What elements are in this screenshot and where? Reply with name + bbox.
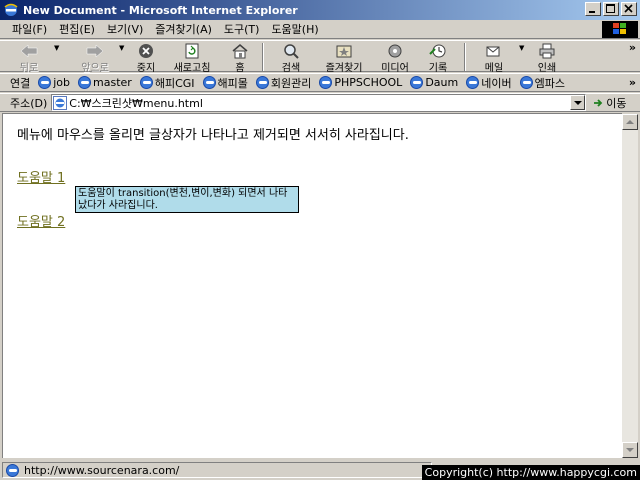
menu-tools[interactable]: 도구(T)	[218, 21, 266, 37]
address-dropdown-button[interactable]	[570, 95, 586, 110]
ie-page-icon	[78, 76, 92, 89]
windows-logo-icon	[602, 21, 638, 38]
scroll-down-button[interactable]	[622, 442, 638, 458]
history-button[interactable]: 기록	[418, 41, 458, 74]
stop-label: 중지	[136, 63, 156, 74]
menu-bar: 파일(F) 편집(E) 보기(V) 즐겨찾기(A) 도구(T) 도움말(H)	[0, 20, 640, 39]
links-more-chevron-icon[interactable]: »	[629, 76, 636, 89]
print-button[interactable]: 인쇄	[524, 41, 570, 74]
menu-file[interactable]: 파일(F)	[0, 21, 53, 37]
favorites-label: 즐겨찾기	[325, 63, 363, 74]
forward-dropdown-icon[interactable]: ▼	[119, 44, 124, 52]
refresh-icon	[182, 43, 202, 59]
link-happymall[interactable]: 해피몰	[202, 75, 248, 91]
ie-page-icon	[466, 76, 480, 89]
links-bar: 연결 job master 해피CGI 해피몰 회원관리 PHPSCHOOL D…	[0, 73, 640, 92]
search-label: 검색	[281, 63, 301, 74]
minimize-icon	[589, 11, 595, 13]
forward-button[interactable]: 앞으로	[72, 41, 118, 74]
address-label: 주소(D)	[10, 96, 48, 110]
ie-page-icon	[319, 76, 333, 89]
toolbar-more-chevron-icon[interactable]: »	[629, 41, 636, 54]
favorites-button[interactable]: 즐겨찾기	[316, 41, 372, 74]
link-job[interactable]: job	[38, 76, 70, 89]
stop-button[interactable]: 중지	[126, 41, 166, 74]
close-icon	[624, 4, 633, 13]
ie-page-icon	[255, 76, 269, 89]
printer-icon	[537, 43, 557, 59]
page-icon	[53, 95, 68, 110]
menu-view[interactable]: 보기(V)	[101, 21, 149, 37]
mail-label: 메일	[484, 63, 504, 74]
back-button[interactable]: 뒤로	[6, 41, 52, 74]
address-value: C:₩스크린샷₩menu.html	[69, 96, 203, 110]
ie-page-icon	[139, 76, 153, 89]
status-page-icon	[6, 463, 19, 477]
go-label: 이동	[606, 96, 627, 110]
window-title: New Document - Microsoft Internet Explor…	[23, 3, 298, 17]
vertical-scrollbar[interactable]	[622, 114, 638, 458]
back-arrow-icon	[19, 43, 39, 59]
forward-arrow-icon	[85, 43, 105, 59]
link-member-admin[interactable]: 회원관리	[255, 75, 311, 91]
ie-app-icon[interactable]	[3, 2, 19, 18]
intro-text: 메뉴에 마우스를 올리면 글상자가 나타나고 제거되면 서서히 사라집니다.	[17, 128, 409, 143]
status-bar: http://www.sourcenara.com/ Copyright(c) …	[0, 460, 640, 480]
title-bar: New Document - Microsoft Internet Explor…	[0, 0, 640, 20]
media-label: 미디어	[381, 63, 409, 74]
home-icon	[230, 43, 250, 59]
maximize-icon	[606, 4, 615, 13]
link-phpschool[interactable]: PHPSCHOOL	[319, 76, 402, 89]
ie-page-icon	[410, 76, 424, 89]
refresh-label: 새로고침	[173, 63, 211, 74]
toolbar-separator	[262, 43, 264, 71]
stop-icon	[136, 43, 156, 59]
ie-page-icon	[519, 76, 533, 89]
media-button[interactable]: 미디어	[372, 41, 418, 74]
forward-label: 앞으로	[81, 63, 109, 74]
ie-page-icon	[38, 76, 52, 89]
link-empas[interactable]: 엠파스	[519, 75, 565, 91]
media-icon	[385, 43, 405, 59]
address-input[interactable]: C:₩스크린샷₩menu.html	[51, 94, 587, 111]
close-button[interactable]	[621, 2, 637, 16]
help-link-1[interactable]: 도움말 1	[17, 167, 65, 186]
status-pane: http://www.sourcenara.com/	[2, 462, 432, 478]
mail-icon	[484, 43, 504, 59]
menu-help[interactable]: 도움말(H)	[265, 21, 324, 37]
history-icon	[428, 43, 448, 59]
help-tooltip: 도움말이 transition(변천,변이,변화) 되면서 나타났다가 사라집니…	[75, 186, 299, 213]
ie-page-icon	[202, 76, 216, 89]
address-bar: 주소(D) C:₩스크린샷₩menu.html 이동	[0, 93, 640, 112]
copyright-label: Copyright(c) http://www.happycgi.com	[421, 465, 640, 480]
back-label: 뒤로	[19, 63, 39, 74]
mail-button[interactable]: 메일	[466, 41, 522, 74]
link-happycgi[interactable]: 해피CGI	[139, 75, 195, 91]
history-label: 기록	[428, 63, 448, 74]
refresh-button[interactable]: 새로고침	[166, 41, 218, 74]
scroll-up-button[interactable]	[622, 114, 638, 130]
back-dropdown-icon[interactable]: ▼	[54, 44, 59, 52]
go-arrow-icon	[594, 98, 603, 107]
search-icon	[281, 43, 301, 59]
go-button[interactable]: 이동	[592, 95, 627, 111]
favorites-star-icon	[334, 43, 354, 59]
home-label: 홈	[235, 63, 245, 74]
link-master[interactable]: master	[78, 76, 132, 89]
links-label: 연결	[10, 76, 31, 90]
menu-edit[interactable]: 편집(E)	[53, 21, 101, 37]
page-content: 메뉴에 마우스를 올리면 글상자가 나타나고 제거되면 서서히 사라집니다. 도…	[2, 113, 622, 458]
link-daum[interactable]: Daum	[410, 76, 458, 89]
maximize-button[interactable]	[603, 2, 619, 16]
status-url: http://www.sourcenara.com/	[24, 463, 180, 477]
search-button[interactable]: 검색	[266, 41, 316, 74]
home-button[interactable]: 홈	[218, 41, 262, 74]
menu-favorites[interactable]: 즐겨찾기(A)	[149, 21, 218, 37]
print-label: 인쇄	[537, 63, 557, 74]
standard-toolbar: 뒤로 ▼ 앞으로 ▼ 중지 새로고침 홈 검색 즐겨찾기 미디어 기록 메일 ▼…	[0, 40, 640, 74]
link-naver[interactable]: 네이버	[466, 75, 512, 91]
minimize-button[interactable]	[585, 2, 601, 16]
help-link-2[interactable]: 도움말 2	[17, 211, 65, 230]
